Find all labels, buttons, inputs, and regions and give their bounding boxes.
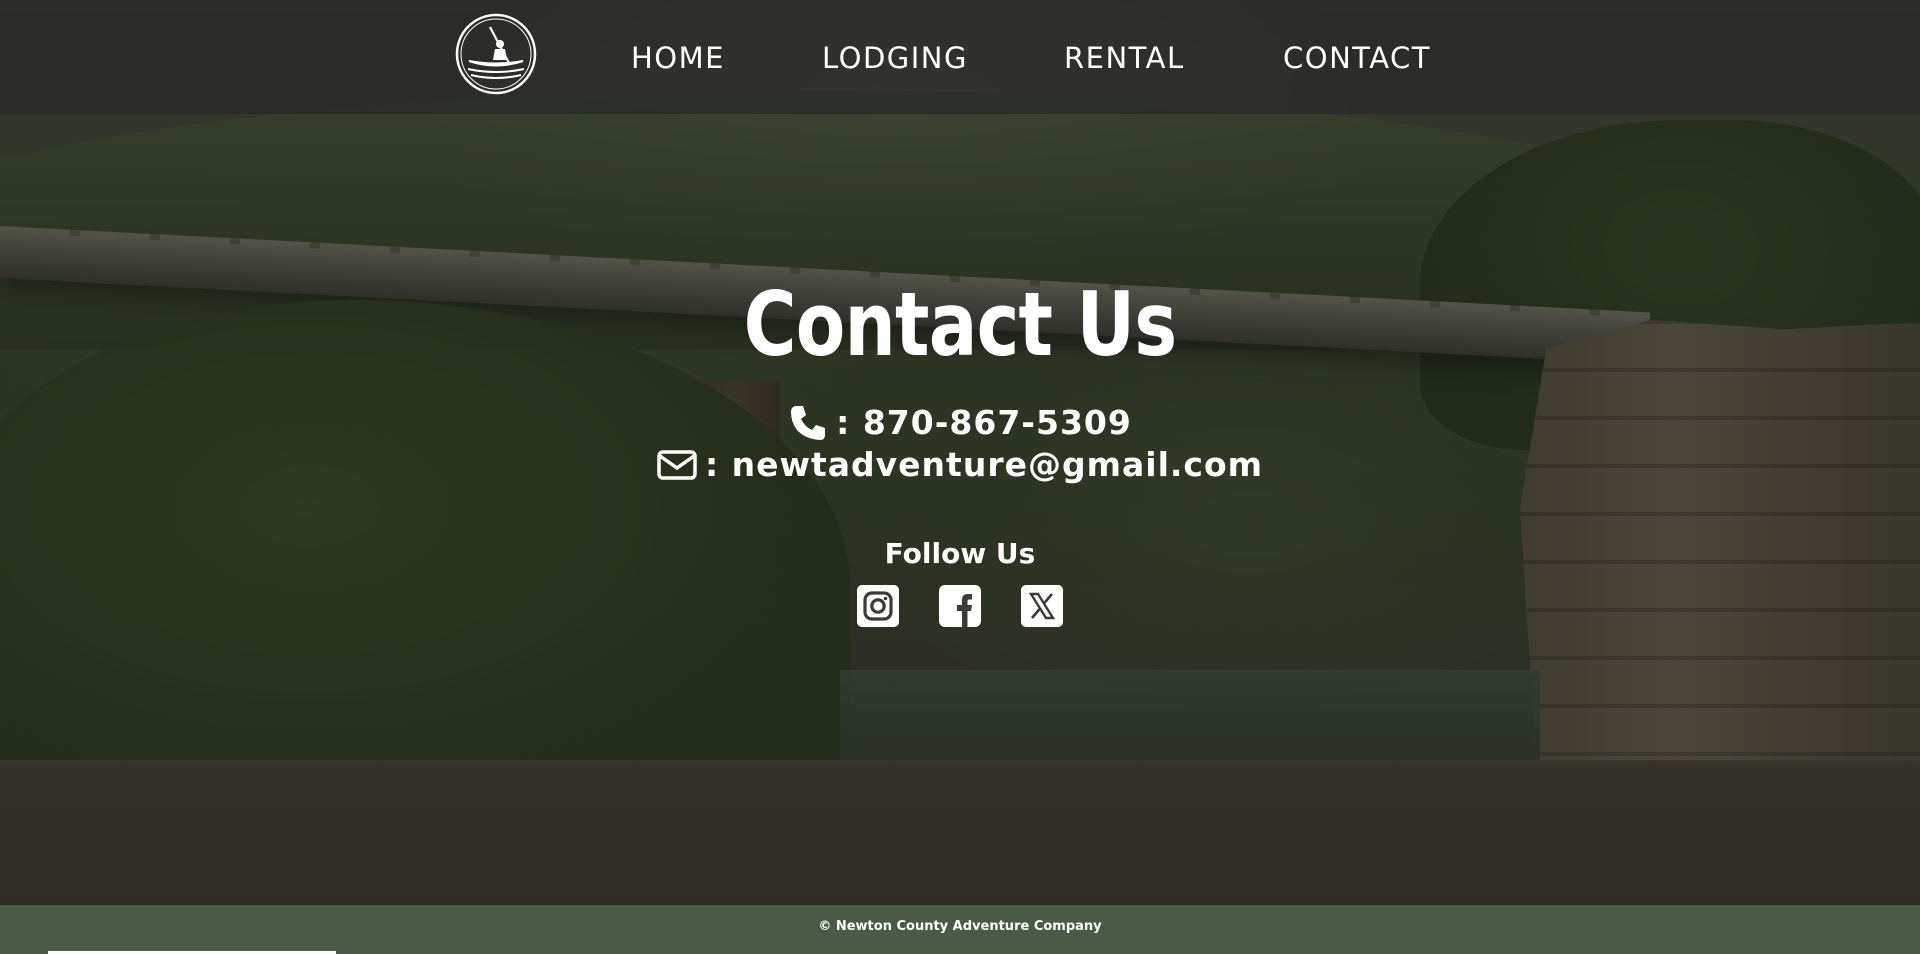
follow-us-heading: Follow Us [884,537,1036,570]
nav-lodging[interactable]: LODGING [822,38,968,78]
email-address-link[interactable]: newtadventure@gmail.com [732,444,1263,486]
contact-section: Contact Us : 870-867-5309 : newtadventur… [0,270,1920,628]
nav-home[interactable]: HOME [631,38,725,78]
nav-rental[interactable]: RENTAL [1064,38,1185,78]
instagram-icon[interactable] [856,584,900,628]
instagram-link[interactable] [856,584,900,628]
email-line: : newtadventure@gmail.com [0,444,1920,486]
phone-separator: : [836,403,863,442]
facebook-icon[interactable] [938,584,982,628]
email-separator: : [704,445,732,484]
phone-icon [791,406,826,440]
nav-contact[interactable]: CONTACT [1283,38,1431,78]
page-title: Contact Us [743,273,1178,376]
site-header: HOME LODGING RENTAL CONTACT [0,0,1920,114]
facebook-link[interactable] [938,584,982,628]
copyright-text: © Newton County Adventure Company [818,919,1102,934]
logo-kayak-icon[interactable] [455,13,537,95]
social-links [0,584,1920,628]
x-link[interactable] [1020,584,1064,628]
site-footer: © Newton County Adventure Company [0,905,1920,954]
x-icon[interactable] [1020,584,1064,628]
phone-number-link[interactable]: 870-867-5309 [863,402,1132,444]
phone-line: : 870-867-5309 [0,402,1920,444]
envelope-icon [657,450,697,480]
